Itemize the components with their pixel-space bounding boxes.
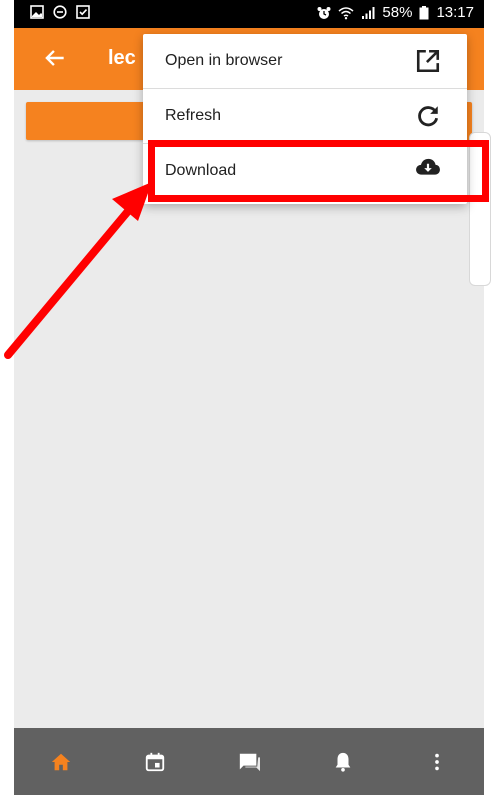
nav-chat[interactable] [229,742,269,782]
status-time: 13:17 [436,4,474,21]
image-icon [30,5,44,19]
menu-item-label: Open in browser [165,52,283,69]
calendar-icon [145,752,165,771]
bell-icon [335,752,351,772]
battery-percent: 58% [382,4,413,21]
page-title: lec [108,47,136,69]
side-card [469,132,491,286]
nav-notifications[interactable] [323,742,363,782]
battery-icon [419,5,429,19]
alarm-icon [317,6,331,19]
screenshot-stage: 58% 13:17 lec Open in browser Refresh Do… [0,0,499,795]
status-left-icons [30,5,90,19]
bottom-navigation [14,728,484,795]
signal-icon [362,6,375,19]
menu-item-label: Download [165,162,237,179]
nav-more[interactable] [417,742,457,782]
minus-circle-icon [53,5,67,19]
checkbox-icon [76,5,90,19]
nav-home[interactable] [41,742,81,782]
overflow-menu: Open in browser Refresh Download [143,34,467,204]
arrow-left-icon[interactable] [42,45,68,71]
status-bar: 58% 13:17 [14,0,484,28]
refresh-icon [418,106,439,127]
menu-item-open-in-browser[interactable]: Open in browser [143,34,467,88]
nav-calendar[interactable] [135,742,175,782]
more-vert-icon [435,753,439,770]
chat-icon [239,753,260,771]
menu-item-download[interactable]: Download [143,144,467,198]
status-right: 58% 13:17 [317,4,474,21]
open-external-icon [416,49,440,73]
wifi-icon [338,6,354,19]
home-icon [51,753,71,770]
menu-item-refresh[interactable]: Refresh [143,89,467,143]
cloud-download-icon [416,158,440,175]
menu-item-label: Refresh [165,107,222,124]
